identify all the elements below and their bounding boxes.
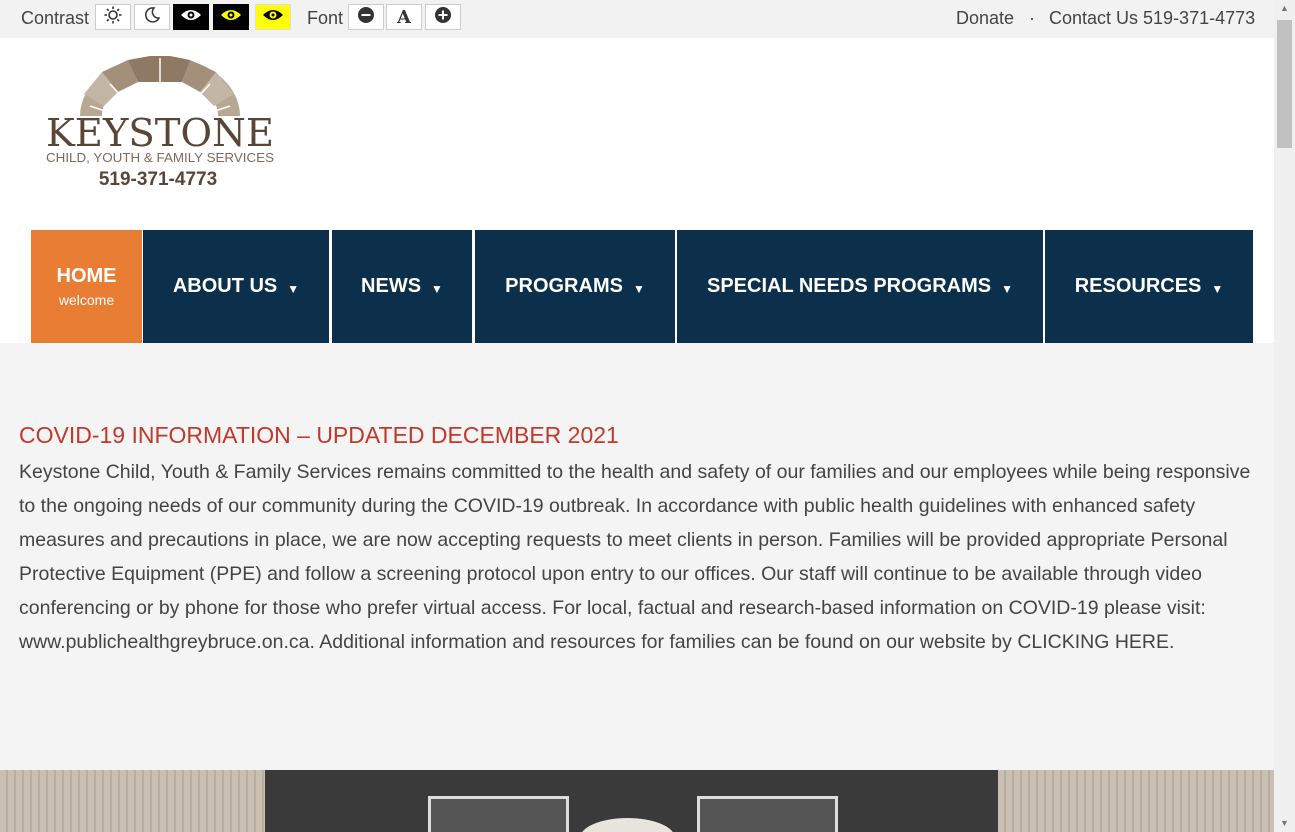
font-label: Font (307, 8, 344, 28)
building-photo (0, 770, 1274, 832)
main-content: COVID-19 INFORMATION – UPDATED DECEMBER … (19, 422, 1259, 659)
font-a-icon: A (397, 6, 411, 28)
nav-home-sub: welcome (58, 292, 115, 308)
nav-news[interactable]: NEWS ▼ (332, 230, 472, 343)
caret-down-icon: ▼ (287, 281, 300, 296)
contrast-label: Contrast (21, 8, 90, 28)
nav-resources[interactable]: RESOURCES ▼ (1045, 230, 1253, 343)
accessibility-bar: Contrast Font A Donate · Contact Us 519-… (0, 0, 1274, 38)
contrast-dark-button[interactable] (134, 4, 170, 30)
nav-news-label: NEWS (361, 275, 422, 297)
contrast-light-button[interactable] (95, 4, 131, 30)
main-nav: HOME welcome ABOUT US ▼ NEWS ▼ PROGRAMS … (0, 230, 1274, 343)
scroll-up-icon[interactable]: ▲ (1274, 0, 1295, 17)
separator: · (1029, 8, 1035, 28)
font-decrease-button[interactable] (348, 4, 384, 30)
font-reset-button[interactable]: A (386, 4, 422, 30)
caret-down-icon: ▼ (1001, 281, 1013, 296)
contrast-black-white-button[interactable] (173, 4, 209, 30)
site-header: KEYSTONE CHILD, YOUTH & FAMILY SERVICES … (0, 38, 1274, 343)
plus-icon (434, 6, 452, 29)
donate-link[interactable]: Donate (956, 8, 1014, 29)
caret-down-icon: ▼ (1211, 281, 1224, 296)
contrast-yellow-black-button[interactable] (255, 4, 291, 30)
nav-special-needs-programs-label: SPECIAL NEEDS PROGRAMS (706, 275, 992, 297)
moon-icon (143, 6, 161, 29)
caret-down-icon: ▼ (431, 281, 443, 296)
nav-programs-label: PROGRAMS (505, 275, 623, 297)
scroll-thumb[interactable] (1277, 20, 1292, 148)
nav-special-needs-programs[interactable]: SPECIAL NEEDS PROGRAMS ▼ (677, 230, 1043, 343)
minus-icon (357, 6, 375, 29)
nav-resources-label: RESOURCES (1074, 275, 1202, 297)
svg-text:519-371-4773: 519-371-4773 (99, 169, 217, 190)
covid-body: Keystone Child, Youth & Family Services … (19, 461, 1251, 653)
nav-home-label: HOME (56, 265, 117, 287)
eye-icon (180, 8, 202, 27)
nav-about-us-label: ABOUT US (172, 275, 278, 297)
keystone-logo[interactable]: KEYSTONE CHILD, YOUTH & FAMILY SERVICES … (40, 54, 280, 194)
nav-home[interactable]: HOME welcome (31, 230, 142, 343)
nav-about-us[interactable]: ABOUT US ▼ (143, 230, 329, 343)
sun-icon (104, 6, 122, 29)
logo-arch-icon (80, 56, 240, 117)
contact-us-link[interactable]: Contact Us 519-371-4773 (1049, 8, 1255, 29)
eye-icon (220, 8, 242, 27)
nav-programs[interactable]: PROGRAMS ▼ (475, 230, 675, 343)
page-scrollbar[interactable]: ▲ ▼ (1274, 0, 1295, 832)
eye-icon (262, 8, 284, 27)
scroll-down-icon[interactable]: ▼ (1274, 815, 1295, 832)
font-increase-button[interactable] (425, 4, 461, 30)
svg-text:CHILD, YOUTH & FAMILY SERVICES: CHILD, YOUTH & FAMILY SERVICES (46, 150, 274, 165)
caret-down-icon: ▼ (632, 281, 645, 296)
contrast-black-yellow-button[interactable] (213, 4, 249, 30)
covid-title: COVID-19 INFORMATION – UPDATED DECEMBER … (19, 422, 619, 448)
svg-text:KEYSTONE: KEYSTONE (46, 111, 274, 155)
